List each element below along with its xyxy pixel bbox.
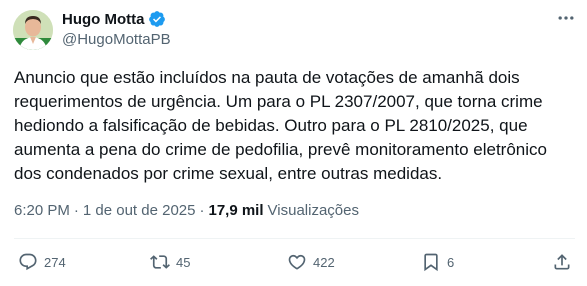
author-display-name[interactable]: Hugo Motta xyxy=(62,11,144,28)
post-date[interactable]: 1 de out de 2025 xyxy=(83,202,196,219)
meta-separator: · xyxy=(73,202,79,219)
like-count: 422 xyxy=(313,254,335,270)
author-handle[interactable]: @HugoMottaPB xyxy=(62,31,171,48)
views-count[interactable]: 17,9 mil xyxy=(208,202,263,219)
post-time[interactable]: 6:20 PM xyxy=(14,202,70,219)
share-icon xyxy=(554,254,570,270)
repost-icon xyxy=(150,255,170,269)
bookmark-button[interactable]: 6 xyxy=(421,252,454,272)
avatar[interactable] xyxy=(13,10,53,50)
post-text: Anuncio que estão incluídos na pauta de … xyxy=(14,68,547,183)
more-options-icon[interactable] xyxy=(553,8,579,28)
repost-button[interactable]: 45 xyxy=(150,252,190,272)
reply-button[interactable]: 274 xyxy=(18,252,66,272)
heart-icon xyxy=(288,254,306,270)
bookmark-icon xyxy=(424,253,438,272)
share-button[interactable] xyxy=(552,252,572,272)
reply-count: 274 xyxy=(44,254,66,270)
reply-icon xyxy=(19,253,37,271)
divider xyxy=(14,238,575,239)
views-label: Visualizações xyxy=(267,202,359,219)
bookmark-count: 6 xyxy=(447,254,455,270)
repost-count: 45 xyxy=(176,254,191,270)
like-button[interactable]: 422 xyxy=(287,252,335,272)
author-name-row: Hugo Motta xyxy=(62,10,166,28)
meta-separator-2: · xyxy=(199,202,205,219)
post-meta: 6:20 PM · 1 de out de 2025 · 17,9 mil Vi… xyxy=(14,202,359,219)
verified-badge-icon[interactable] xyxy=(148,10,166,28)
